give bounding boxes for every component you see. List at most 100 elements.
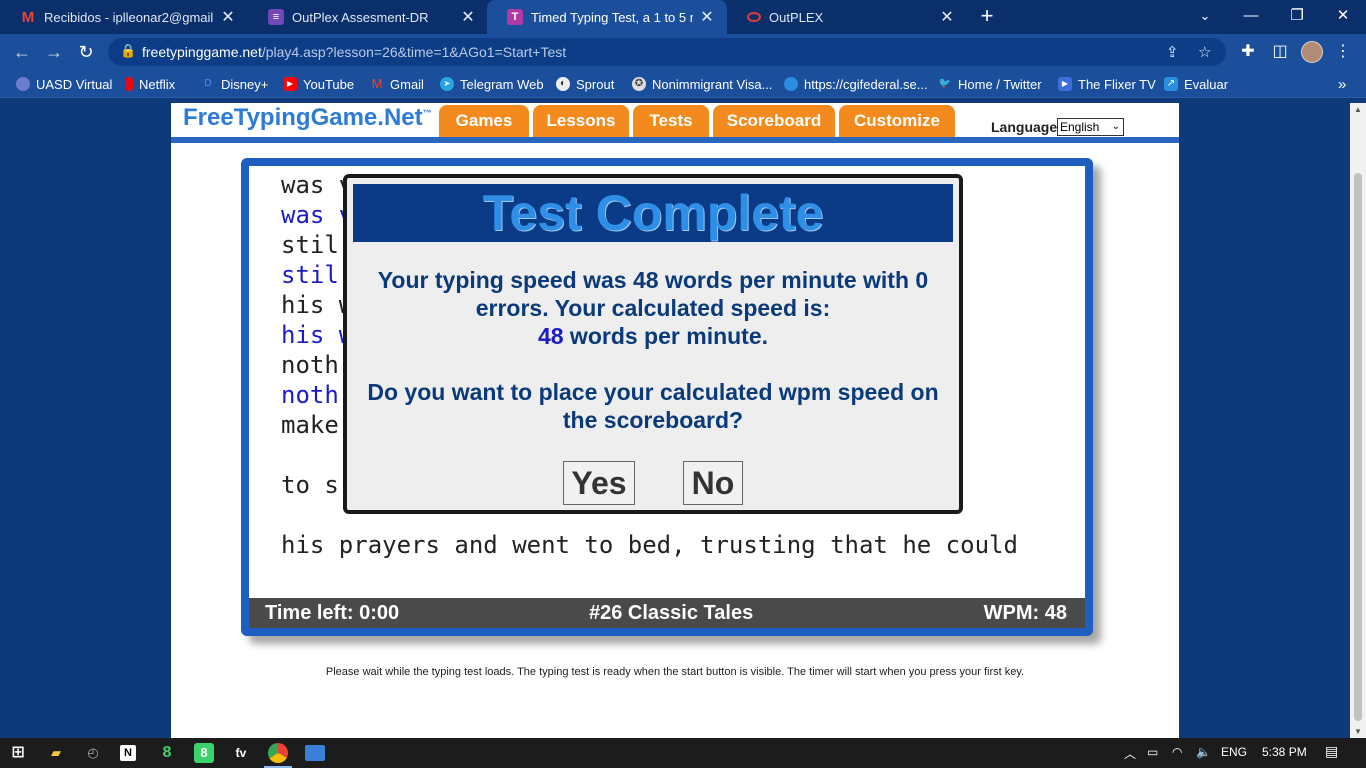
typing-test-icon: T xyxy=(507,9,523,25)
bookmark-visa[interactable]: ✪ Nonimmigrant Visa... xyxy=(632,75,772,93)
flixer-icon: ▶ xyxy=(1058,77,1072,91)
tiktok-icon[interactable]: ƭv xyxy=(231,743,251,763)
side-panel-icon[interactable]: ◫ xyxy=(1270,41,1290,61)
notion-icon[interactable]: N xyxy=(120,745,136,761)
evaluar-icon: ↗ xyxy=(1164,77,1178,91)
forward-arrow-icon[interactable]: → xyxy=(43,41,65,63)
close-icon[interactable]: ✕ xyxy=(699,7,715,27)
app-8-icon[interactable]: 8 xyxy=(157,743,177,763)
input-language[interactable]: ENG xyxy=(1221,745,1247,759)
chrome-icon[interactable] xyxy=(268,743,288,763)
disney-icon: D xyxy=(204,78,212,89)
bookmark-gmail[interactable]: M Gmail xyxy=(370,75,424,93)
scoreboard-question: Do you want to place your calculated wpm… xyxy=(367,379,939,433)
bookmark-disney[interactable]: D Disney+ xyxy=(201,75,268,93)
language-select[interactable]: English ⌄ xyxy=(1057,118,1124,136)
tab-outplex[interactable]: OutPLEX ✕ xyxy=(727,0,967,34)
source-line: his prayers and went to bed, trusting th… xyxy=(281,531,1018,559)
outplex-icon xyxy=(747,12,761,22)
scroll-down-icon[interactable]: ▼ xyxy=(1350,727,1366,736)
cloud-icon xyxy=(784,77,798,91)
back-arrow-icon[interactable]: ← xyxy=(11,41,33,63)
bookmark-youtube[interactable]: ▶ YouTube xyxy=(283,75,354,93)
tab-search-icon[interactable]: ⌄ xyxy=(1182,0,1228,34)
close-icon[interactable]: ✕ xyxy=(220,7,236,27)
new-tab-button[interactable]: + xyxy=(976,4,998,30)
yes-button[interactable]: Yes xyxy=(563,461,635,505)
url-text: freetypinggame.net/play4.asp?lesson=26&t… xyxy=(142,44,567,60)
scrollbar-thumb[interactable] xyxy=(1354,173,1362,721)
bookmark-twitter[interactable]: 🐦 Home / Twitter xyxy=(938,75,1042,93)
forms-icon: ≡ xyxy=(268,9,284,25)
lock-icon: 🔒 xyxy=(120,43,137,58)
wpm-readout: WPM: 48 xyxy=(983,602,1067,624)
nav-games[interactable]: Games xyxy=(439,105,529,137)
browser-toolbar: ← → ↻ 🔒 freetypinggame.net/play4.asp?les… xyxy=(0,34,1366,70)
tab-title: OutPlex Assesment-DR xyxy=(292,9,429,25)
bookmark-flixer[interactable]: ▶ The Flixer TV xyxy=(1058,75,1156,93)
result-message: Your typing speed was 48 words per minut… xyxy=(377,267,929,349)
wifi-icon[interactable]: ◠ xyxy=(1172,745,1182,759)
close-window-button[interactable]: ✕ xyxy=(1320,0,1366,34)
bookmark-sprout[interactable]: ◐ Sprout xyxy=(556,75,614,93)
tab-typing-test[interactable]: T Timed Typing Test, a 1 to 5 minute ✕ xyxy=(487,0,727,34)
chevron-down-icon: ⌄ xyxy=(1111,121,1120,132)
bookmark-netflix[interactable]: Netflix xyxy=(125,75,175,93)
tab-strip: M Recibidos - iplleonar2@gmail.com ✕ ≡ O… xyxy=(0,0,1366,34)
lesson-name: #26 Classic Tales xyxy=(589,602,754,624)
bookmark-uasd[interactable]: UASD Virtual xyxy=(16,75,112,93)
address-bar[interactable]: 🔒 freetypinggame.net/play4.asp?lesson=26… xyxy=(108,38,1226,66)
nav-divider xyxy=(171,137,1179,143)
bookmark-cgifederal[interactable]: https://cgifederal.se... xyxy=(784,75,928,93)
tab-title: OutPLEX xyxy=(769,9,824,25)
gmail-icon: M xyxy=(371,76,383,91)
restore-button[interactable]: ❐ xyxy=(1274,0,1320,34)
page-scrollbar[interactable]: ▲ ▼ xyxy=(1350,103,1366,738)
reload-icon[interactable]: ↻ xyxy=(75,41,97,63)
seal-icon: ✪ xyxy=(632,77,646,91)
star-icon[interactable]: ☆ xyxy=(1198,43,1211,61)
clock-time[interactable]: 5:38 PM xyxy=(1262,745,1307,759)
status-bar: Time left: 0:00 #26 Classic Tales WPM: 4… xyxy=(249,598,1085,628)
file-explorer-icon[interactable]: ▰ xyxy=(46,743,66,763)
notifications-icon[interactable]: ▤ xyxy=(1325,743,1338,760)
nav-lessons[interactable]: Lessons xyxy=(533,105,629,137)
bookmark-telegram[interactable]: ➤ Telegram Web xyxy=(440,75,544,93)
youtube-icon: ▶ xyxy=(283,77,297,91)
tab-outplex-assessment[interactable]: ≡ OutPlex Assesment-DR ✕ xyxy=(248,0,488,34)
minimize-button[interactable]: — xyxy=(1228,0,1274,34)
nav-tests[interactable]: Tests xyxy=(633,105,709,137)
uasd-icon xyxy=(16,77,30,91)
tab-title: Timed Typing Test, a 1 to 5 minute xyxy=(531,9,693,25)
bookmark-evaluar[interactable]: ↗ Evaluar xyxy=(1164,75,1228,93)
calculated-speed: 48 xyxy=(537,323,564,349)
gmail-icon: M xyxy=(21,8,35,26)
photos-icon[interactable] xyxy=(305,745,325,761)
nav-scoreboard[interactable]: Scoreboard xyxy=(713,105,835,137)
scroll-up-icon[interactable]: ▲ xyxy=(1350,105,1366,114)
site-logo[interactable]: FreeTypingGame.Net™ xyxy=(183,104,432,132)
app-8-alt-icon[interactable]: 8 xyxy=(194,743,214,763)
windows-start-icon[interactable]: ⊞ xyxy=(8,743,28,763)
bookmarks-bar: UASD Virtual Netflix D Disney+ ▶ YouTube M… xyxy=(0,70,1366,98)
menu-icon[interactable]: ⋮ xyxy=(1333,41,1353,61)
bookmarks-overflow-button[interactable]: » xyxy=(1338,75,1346,93)
avatar[interactable] xyxy=(1301,41,1323,63)
tray-chevron-icon[interactable]: ︿ xyxy=(1124,745,1136,762)
extensions-icon[interactable]: ✚ xyxy=(1238,41,1258,61)
battery-icon[interactable]: ▭ xyxy=(1147,745,1158,759)
close-icon[interactable]: ✕ xyxy=(939,7,955,27)
tab-title: Recibidos - iplleonar2@gmail.com xyxy=(44,9,214,25)
tab-gmail[interactable]: M Recibidos - iplleonar2@gmail.com ✕ xyxy=(0,0,248,34)
nav-customize[interactable]: Customize xyxy=(839,105,955,137)
telegram-icon: ➤ xyxy=(440,77,454,91)
share-icon[interactable]: ⇪ xyxy=(1166,43,1179,61)
time-left: Time left: 0:00 xyxy=(265,602,400,624)
clock-app-icon[interactable]: ◴ xyxy=(83,743,103,763)
windows-taskbar: ⊞ ▰ ◴ N 8 8 ƭv ︿ ▭ ◠ 🔈 ENG 5:38 PM ▤ xyxy=(0,738,1366,768)
netflix-icon xyxy=(125,77,133,91)
volume-icon[interactable]: 🔈 xyxy=(1196,745,1211,759)
language-label: Language xyxy=(991,119,1058,135)
no-button[interactable]: No xyxy=(683,461,743,505)
close-icon[interactable]: ✕ xyxy=(460,7,476,27)
